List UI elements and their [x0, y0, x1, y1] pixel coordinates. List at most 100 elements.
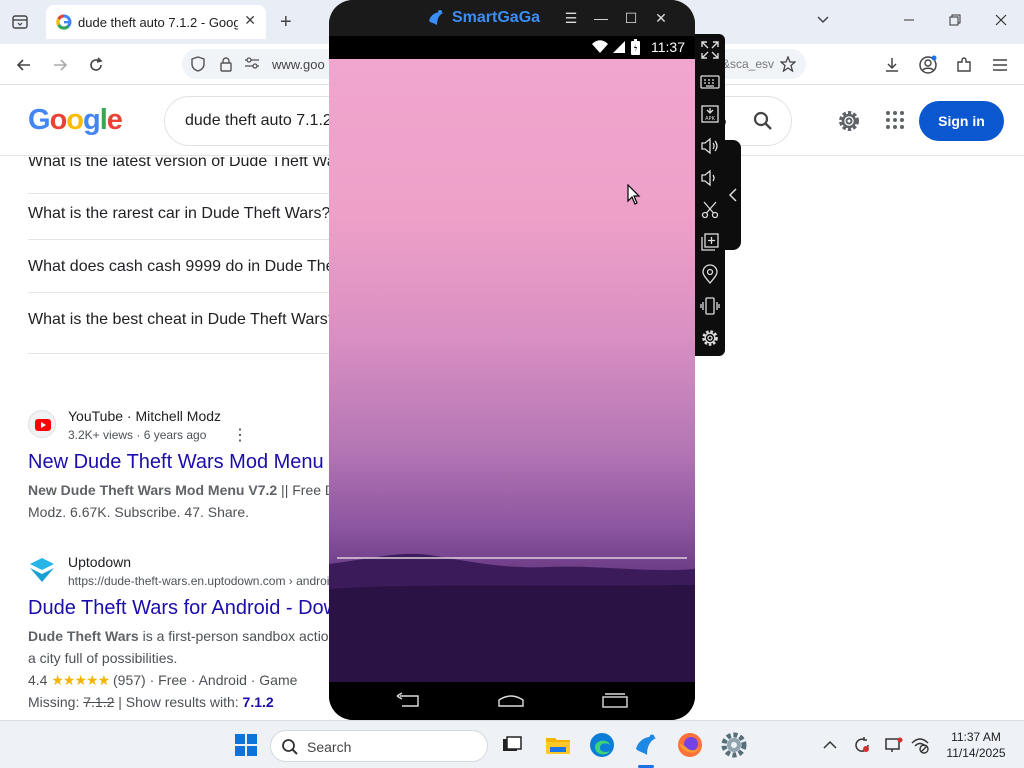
browser-tab[interactable]: dude theft auto 7.1.2 - Google S ✕ [46, 5, 266, 39]
result-missing-terms: Missing: 7.1.2 | Show results with: 7.1.… [28, 694, 274, 710]
show-results-with-link[interactable]: 7.1.2 [243, 694, 274, 710]
sign-in-button[interactable]: Sign in [919, 101, 1004, 141]
emulator-close-button[interactable]: ✕ [651, 8, 671, 28]
paa-question[interactable]: What is the best cheat in Dude Theft War… [28, 293, 338, 354]
google-favicon-icon [56, 14, 72, 30]
window-minimize-button[interactable] [894, 10, 924, 34]
android-status-bar: 11:37 [329, 36, 695, 59]
edge-browser-icon[interactable] [586, 729, 618, 761]
android-nav-bar [329, 682, 695, 720]
chevron-left-icon [728, 188, 737, 202]
mouse-cursor-icon [627, 184, 641, 205]
taskbar-time: 11:37 AM [951, 730, 1001, 744]
bookmark-star-icon[interactable] [779, 55, 797, 73]
smartgaga-taskbar-icon[interactable] [630, 729, 662, 761]
emulator-menu-icon[interactable]: ☰ [561, 8, 581, 28]
tab-search-icon[interactable] [8, 10, 32, 34]
tab-close-icon[interactable]: ✕ [244, 12, 256, 29]
taskbar-search-label: Search [307, 739, 352, 755]
result-snippet: a city full of possibilities. [28, 650, 178, 666]
android-recents-icon[interactable] [601, 692, 629, 710]
google-logo[interactable]: Google [28, 104, 123, 137]
location-icon[interactable] [700, 264, 720, 284]
emulator-maximize-button[interactable]: ☐ [621, 8, 641, 28]
more-options-icon[interactable]: ⋮ [232, 425, 248, 445]
network-icon[interactable] [910, 735, 930, 755]
result-title-link[interactable]: Dude Theft Wars for Android - Dow [28, 597, 338, 620]
gear-icon[interactable] [836, 108, 862, 134]
emulator-toolbar-collapse-tab[interactable] [725, 140, 741, 250]
volume-down-icon[interactable] [700, 168, 720, 188]
rating-stars-icon: ★★★★★ [51, 672, 110, 688]
taskbar-clock[interactable]: 11:37 AM 11/14/2025 [936, 729, 1016, 761]
download-icon[interactable] [880, 53, 904, 77]
multi-instance-icon[interactable] [700, 232, 720, 252]
window-close-button[interactable] [986, 10, 1016, 34]
taskbar-date: 11/14/2025 [946, 746, 1006, 760]
sync-icon[interactable] [852, 735, 872, 755]
new-tab-button[interactable]: + [280, 10, 292, 34]
keyboard-icon[interactable] [700, 72, 720, 92]
account-icon[interactable] [916, 53, 940, 77]
android-home-screen[interactable] [329, 59, 695, 682]
file-explorer-icon[interactable] [542, 729, 574, 761]
task-view-icon[interactable] [496, 729, 528, 761]
android-home-icon[interactable] [497, 692, 525, 710]
url-text: www.goo [272, 57, 325, 72]
site-settings-icon[interactable] [244, 56, 260, 72]
url-tail-text: &sca_esv [722, 57, 775, 71]
volume-up-icon[interactable] [700, 136, 720, 156]
fullscreen-icon[interactable] [700, 40, 720, 60]
uptodown-favicon-icon [28, 556, 56, 584]
windows-start-icon[interactable] [230, 729, 262, 761]
lock-icon[interactable] [218, 56, 234, 72]
wifi-icon [592, 40, 608, 53]
emulator-side-toolbar: APK [695, 34, 725, 356]
taskbar-search-box[interactable]: Search [270, 730, 488, 762]
search-icon[interactable] [751, 109, 775, 133]
youtube-favicon-icon [28, 410, 56, 438]
svg-text:APK: APK [705, 116, 715, 122]
paa-question[interactable]: What does cash cash 9999 do in Dude Thef… [28, 240, 338, 293]
smartgaga-logo-icon [429, 10, 443, 25]
settings-gear-icon[interactable] [718, 729, 750, 761]
google-apps-icon[interactable] [884, 109, 906, 131]
emulator-name: SmartGaGa [452, 9, 541, 26]
tab-list-chevron-icon[interactable] [816, 12, 830, 28]
tracking-shield-icon[interactable] [190, 56, 206, 72]
result-url: https://dude-theft-wars.en.uptodown.com … [68, 574, 337, 588]
signal-icon [613, 41, 625, 53]
smartgaga-emulator-window[interactable]: SmartGaGa ☰ — ☐ ✕ 11:37 [329, 0, 695, 720]
tray-overflow-chevron-icon[interactable] [820, 735, 840, 755]
shake-icon[interactable] [700, 296, 720, 316]
result-site-name[interactable]: YouTube · Mitchell Modz [68, 408, 221, 424]
result-rating: 4.4 ★★★★★ (957) · Free · Android · Game [28, 672, 298, 688]
windows-taskbar: Search 11:37 AM 11/14/2025 [0, 720, 1024, 768]
display-icon[interactable] [884, 735, 904, 755]
menu-icon[interactable] [988, 53, 1012, 77]
search-query-text[interactable]: dude theft auto 7.1.2 [185, 112, 332, 130]
paa-question[interactable]: What is the rarest car in Dude Theft War… [28, 187, 338, 240]
screenshot-scissors-icon[interactable] [700, 200, 720, 220]
android-back-icon[interactable] [394, 692, 422, 710]
battery-icon [631, 39, 640, 55]
wallpaper-hills [329, 553, 695, 682]
forward-icon[interactable] [48, 53, 72, 77]
window-restore-button[interactable] [940, 10, 970, 34]
android-clock: 11:37 [651, 39, 685, 55]
apk-install-icon[interactable]: APK [700, 104, 720, 124]
reload-icon[interactable] [84, 53, 108, 77]
result-site-name[interactable]: Uptodown [68, 554, 131, 570]
home-divider-line [337, 557, 687, 559]
firefox-icon[interactable] [674, 729, 706, 761]
back-icon[interactable] [12, 53, 36, 77]
emulator-minimize-button[interactable]: — [591, 8, 611, 28]
result-meta: 3.2K+ views · 6 years ago [68, 428, 207, 442]
extensions-icon[interactable] [952, 53, 976, 77]
settings-icon[interactable] [700, 328, 720, 348]
emulator-title-bar[interactable]: SmartGaGa ☰ — ☐ ✕ [329, 0, 695, 36]
result-title-link[interactable]: New Dude Theft Wars Mod Menu [28, 451, 324, 474]
result-snippet: New Dude Theft Wars Mod Menu V7.2 || Fre… [28, 482, 336, 498]
result-snippet: Modz. 6.67K. Subscribe. 47. Share. [28, 504, 250, 520]
tab-title: dude theft auto 7.1.2 - Google S [78, 15, 238, 30]
